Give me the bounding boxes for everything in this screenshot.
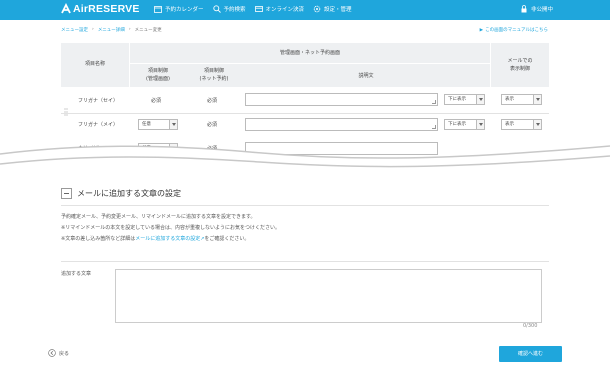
- section-note: ※リマインドメールの本文を設定している場合は、内容が重複しないようにお気をつけく…: [61, 225, 280, 231]
- breadcrumb-menu-detail[interactable]: メニュー詳細: [98, 27, 125, 33]
- main-nav: 予約カレンダー 予約検索 オンライン決済 設定・管理: [154, 5, 352, 13]
- lock-icon: [521, 5, 527, 13]
- header-control-net: 項目制御 (ネット予約): [199, 68, 229, 82]
- detail-note-suffix: をご確認ください。: [204, 236, 250, 242]
- row-net-control: 必須: [207, 122, 218, 128]
- back-button-label: 戻る: [59, 350, 70, 357]
- position-select-value: 下に表示: [448, 122, 466, 127]
- header-group: 管理画面・ネット予約画面: [279, 50, 340, 56]
- admin-control-select[interactable]: 任意: [138, 119, 178, 130]
- additional-text-label: 追加する文章: [61, 271, 92, 277]
- user-status[interactable]: 非公開中: [520, 5, 553, 13]
- detail-help-link[interactable]: メールに追加する文章の設定: [135, 236, 200, 242]
- nav-payment[interactable]: オンライン決済: [254, 5, 305, 13]
- nav-calendar[interactable]: 予約カレンダー: [154, 5, 204, 13]
- form-divider: [61, 261, 549, 262]
- user-status-label: 非公開中: [530, 7, 553, 13]
- play-icon: ▶: [479, 27, 484, 33]
- nav-settings-label: 設定・管理: [324, 7, 352, 13]
- admin-control-value: 任意: [142, 122, 151, 127]
- header-description: 説明文: [358, 73, 374, 79]
- breadcrumb: メニュー設定 › メニュー詳細 › メニュー変更: [61, 27, 162, 33]
- chevron-down-icon: [533, 120, 541, 129]
- section-detail-note: ※文章の差し込み箇所など詳細はメールに追加する文章の設定↗をご確認ください。: [61, 235, 249, 242]
- chevron-down-icon: [476, 95, 484, 104]
- row-name: フリガナ（セイ）: [78, 98, 119, 104]
- top-bar: AirRESERVE 予約カレンダー 予約検索 オンライン決済 設定・管理 非公…: [0, 0, 610, 20]
- additional-text-area[interactable]: [115, 269, 542, 323]
- page-break-wave: [0, 145, 610, 180]
- position-select[interactable]: 下に表示: [444, 94, 485, 105]
- search-icon: [212, 5, 221, 13]
- breadcrumb-separator: ›: [128, 27, 131, 32]
- logo[interactable]: AirRESERVE: [60, 3, 140, 15]
- logo-text: AirRESERVE: [73, 3, 140, 15]
- header-mail-control: メールでの 表示制御: [507, 58, 533, 72]
- row-admin-control: 必須: [151, 98, 162, 104]
- row-divider: [61, 113, 549, 114]
- mail-select[interactable]: 表示: [501, 119, 542, 130]
- breadcrumb-current: メニュー変更: [134, 28, 162, 33]
- manual-link-label: この画面のマニュアルはこちら: [485, 28, 548, 33]
- confirm-button[interactable]: 確認へ進む: [499, 346, 562, 362]
- character-counter: 0/300: [523, 323, 538, 329]
- calendar-icon: [154, 6, 162, 13]
- back-arrow-icon: [48, 349, 56, 357]
- section-divider: [61, 205, 549, 206]
- nav-search-label: 予約検索: [223, 7, 246, 13]
- nav-settings[interactable]: 設定・管理: [313, 5, 352, 13]
- mail-select-value: 表示: [505, 122, 514, 127]
- description-input[interactable]: [245, 118, 438, 131]
- position-select[interactable]: 下に表示: [444, 119, 485, 130]
- nav-search[interactable]: 予約検索: [212, 5, 246, 13]
- chevron-down-icon: [476, 120, 484, 129]
- header-control-admin: 項目制御 (管理画面): [146, 68, 170, 82]
- manual-link[interactable]: ▶ この画面のマニュアルはこちら: [479, 27, 548, 34]
- nav-calendar-label: 予約カレンダー: [165, 7, 204, 13]
- mail-select[interactable]: 表示: [501, 94, 542, 105]
- section-header: メールに追加する文章の設定: [61, 188, 181, 199]
- breadcrumb-menu-settings[interactable]: メニュー設定: [61, 27, 88, 33]
- chevron-down-icon: [533, 95, 541, 104]
- mail-select-value: 表示: [505, 97, 514, 102]
- logo-mark-icon: [61, 3, 71, 14]
- resize-grip-icon: [432, 125, 436, 129]
- section-title: メールに追加する文章の設定: [77, 189, 181, 198]
- back-button[interactable]: 戻る: [48, 349, 69, 357]
- card-icon: [254, 6, 263, 12]
- row-net-control: 必須: [207, 98, 218, 104]
- breadcrumb-separator: ›: [92, 27, 94, 32]
- collapse-button[interactable]: [61, 188, 72, 199]
- description-input[interactable]: [245, 93, 438, 106]
- nav-payment-label: オンライン決済: [265, 7, 305, 13]
- row-name: フリガナ（メイ）: [78, 122, 119, 128]
- chevron-down-icon: [169, 120, 177, 129]
- resize-grip-icon: [432, 100, 436, 104]
- section-description: 予約確定メール、予約変更メール、リマインドメールに追加する文章を設定できます。: [61, 214, 256, 220]
- header-item-name: 項目名称: [84, 61, 105, 67]
- gear-icon: [313, 5, 321, 13]
- position-select-value: 下に表示: [448, 97, 466, 102]
- detail-note-prefix: ※文章の差し込み箇所など詳細は: [61, 236, 136, 242]
